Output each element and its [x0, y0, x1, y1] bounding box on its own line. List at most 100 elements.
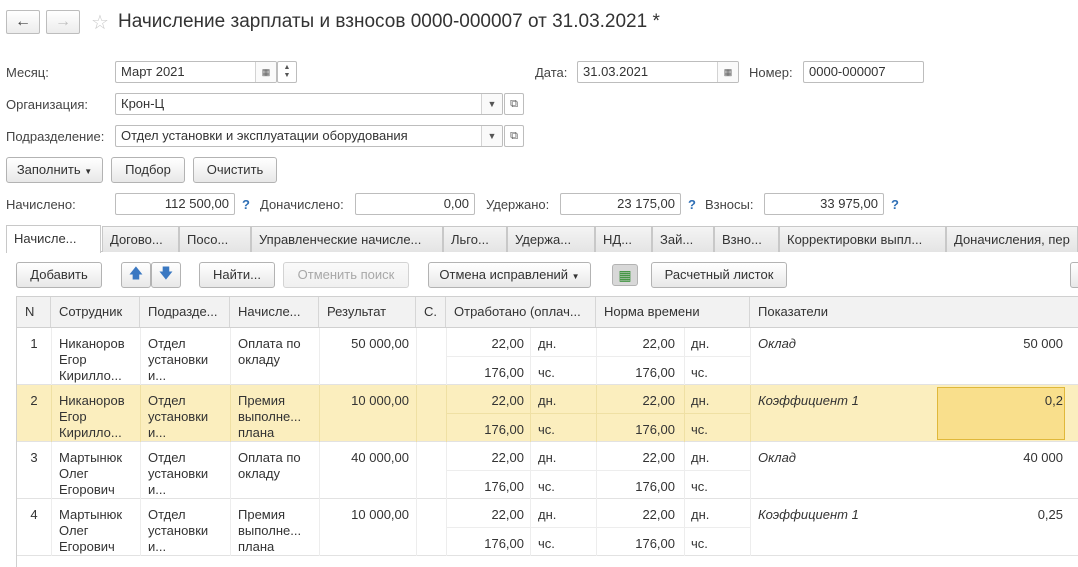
col-n[interactable]: N — [17, 297, 51, 327]
org-value: Крон-Ц — [121, 96, 165, 111]
department-name-line: и... — [148, 539, 167, 554]
employee-name-line: Олег — [59, 523, 89, 538]
indicator-value[interactable]: 50 000 — [937, 336, 1063, 352]
chevron-down-icon: ▼ — [571, 272, 580, 281]
move-down-button[interactable]: 🡇 — [151, 262, 181, 288]
tab-deductions[interactable]: Удержа... — [507, 226, 595, 252]
month-field[interactable]: Март 2021 ▦ — [115, 61, 277, 83]
tab-additional-accruals[interactable]: Доначисления, пер — [946, 226, 1078, 252]
indicator-name: Коэффициент 1 — [758, 393, 859, 408]
col-result[interactable]: Результат — [319, 297, 416, 327]
worked-hours-unit: чс. — [538, 365, 555, 380]
worked-days-unit: дн. — [538, 507, 557, 522]
extra-field: 0,00 — [355, 193, 475, 215]
employee-name-line: Мартынюк — [59, 450, 123, 465]
norm-days: 22,00 — [642, 507, 675, 522]
employee-name: Мартынюк Олег Егорович — [59, 507, 139, 555]
worked-days: 22,00 — [491, 393, 524, 408]
department-name-line: Отдел — [148, 336, 186, 351]
help-icon[interactable]: ? — [242, 197, 250, 212]
tab-privileges[interactable]: Льго... — [443, 226, 507, 252]
month-stepper[interactable]: ▲ ▼ — [277, 61, 297, 83]
indicator-name: Коэффициент 1 — [758, 507, 859, 522]
tab-ndfl[interactable]: НД... — [595, 226, 652, 252]
table-row[interactable]: 2 Никаноров Егор Кирилло... Отдел установки и.… — [17, 385, 1078, 442]
dropdown-icon[interactable]: ▼ — [481, 126, 502, 146]
norm-hours-unit: чс. — [691, 479, 708, 494]
accrual-type: Оплата по окладу — [238, 336, 318, 368]
indicator-value[interactable]: 0,25 — [937, 507, 1063, 523]
add-button[interactable]: Добавить — [16, 262, 102, 288]
tab-contracts[interactable]: Догово... — [102, 226, 179, 252]
table-row[interactable]: 4 Мартынюк Олег Егорович Отдел установки и... П… — [17, 499, 1078, 556]
tab-management-accruals[interactable]: Управленческие начисле... — [251, 226, 443, 252]
worked-days: 22,00 — [491, 507, 524, 522]
accrued-field: 112 500,00 — [115, 193, 235, 215]
help-icon[interactable]: ? — [891, 197, 899, 212]
row-number: 2 — [30, 393, 38, 408]
tab-accruals[interactable]: Начисле... — [6, 225, 101, 253]
star-icon[interactable]: ☆ — [91, 10, 109, 35]
month-label: Месяц: — [6, 65, 49, 80]
dropdown-icon[interactable]: ▼ — [481, 94, 502, 114]
number-label: Номер: — [749, 65, 793, 80]
find-button[interactable]: Найти... — [199, 262, 275, 288]
select-button[interactable]: Подбор — [111, 157, 185, 183]
col-accrual[interactable]: Начисле... — [230, 297, 319, 327]
indicator-value[interactable]: 0,2 — [937, 393, 1063, 409]
open-icon[interactable]: ⧉ — [504, 125, 524, 147]
tab-loans[interactable]: Зай... — [652, 226, 714, 252]
worked-hours: 176,00 — [484, 479, 524, 494]
more-button[interactable] — [1070, 262, 1078, 288]
table-add-icon[interactable]: ▦ — [612, 264, 638, 286]
norm-hours: 176,00 — [635, 479, 675, 494]
department-name: Отдел установки и... — [148, 507, 228, 555]
norm-days: 22,00 — [642, 450, 675, 465]
calendar-icon[interactable]: ▦ — [255, 62, 276, 82]
col-norm[interactable]: Норма времени — [596, 297, 750, 327]
move-up-button[interactable]: 🡅 — [121, 262, 151, 288]
table-row[interactable]: 3 Мартынюк Олег Егорович Отдел установки и... О… — [17, 442, 1078, 499]
payslip-button[interactable]: Расчетный листок — [651, 262, 787, 288]
norm-days-unit: дн. — [691, 450, 710, 465]
department-name: Отдел установки и... — [148, 336, 228, 384]
dept-label: Подразделение: — [6, 129, 105, 144]
tab-benefits[interactable]: Посо... — [179, 226, 251, 252]
number-field[interactable]: 0000-000007 — [803, 61, 924, 83]
dept-field[interactable]: Отдел установки и эксплуатации оборудова… — [115, 125, 503, 147]
accrual-type-line: Оплата по — [238, 450, 301, 465]
back-button[interactable]: ← — [6, 10, 40, 34]
col-worked[interactable]: Отработано (оплач... — [446, 297, 596, 327]
withheld-label: Удержано: — [486, 197, 550, 212]
col-department[interactable]: Подразде... — [140, 297, 230, 327]
employee-name-line: Олег — [59, 466, 89, 481]
open-icon[interactable]: ⧉ — [504, 93, 524, 115]
clear-button[interactable]: Очистить — [193, 157, 277, 183]
col-employee[interactable]: Сотрудник — [51, 297, 140, 327]
forward-button[interactable]: → — [46, 10, 80, 34]
result-value: 10 000,00 — [351, 393, 409, 408]
department-name: Отдел установки и... — [148, 393, 228, 441]
fill-button[interactable]: Заполнить ▼ — [6, 157, 103, 183]
department-name-line: и... — [148, 482, 167, 497]
tab-contributions[interactable]: Взно... — [714, 226, 779, 252]
table-row[interactable]: 1 Никаноров Егор Кирилло... Отдел установки и.… — [17, 328, 1078, 385]
accrual-type-line: плана — [238, 425, 275, 440]
help-icon[interactable]: ? — [688, 197, 696, 212]
dept-value: Отдел установки и эксплуатации оборудова… — [121, 128, 408, 143]
tab-payment-corrections[interactable]: Корректировки выпл... — [779, 226, 946, 252]
accrual-type-line: выполне... — [238, 523, 302, 538]
worked-hours-unit: чс. — [538, 536, 555, 551]
col-s[interactable]: С. — [416, 297, 446, 327]
col-indicators[interactable]: Показатели — [750, 297, 1078, 327]
accrued-label: Начислено: — [6, 197, 76, 212]
arrow-left-icon: ← — [15, 13, 31, 30]
indicator-value[interactable]: 40 000 — [937, 450, 1063, 466]
calendar-icon[interactable]: ▦ — [717, 62, 738, 82]
cancel-search-button[interactable]: Отменить поиск — [283, 262, 409, 288]
org-field[interactable]: Крон-Ц ▼ — [115, 93, 503, 115]
cancel-corrections-button[interactable]: Отмена исправлений ▼ — [428, 262, 591, 288]
result-value: 10 000,00 — [351, 507, 409, 522]
date-field[interactable]: 31.03.2021 ▦ — [577, 61, 739, 83]
date-label: Дата: — [535, 65, 568, 80]
